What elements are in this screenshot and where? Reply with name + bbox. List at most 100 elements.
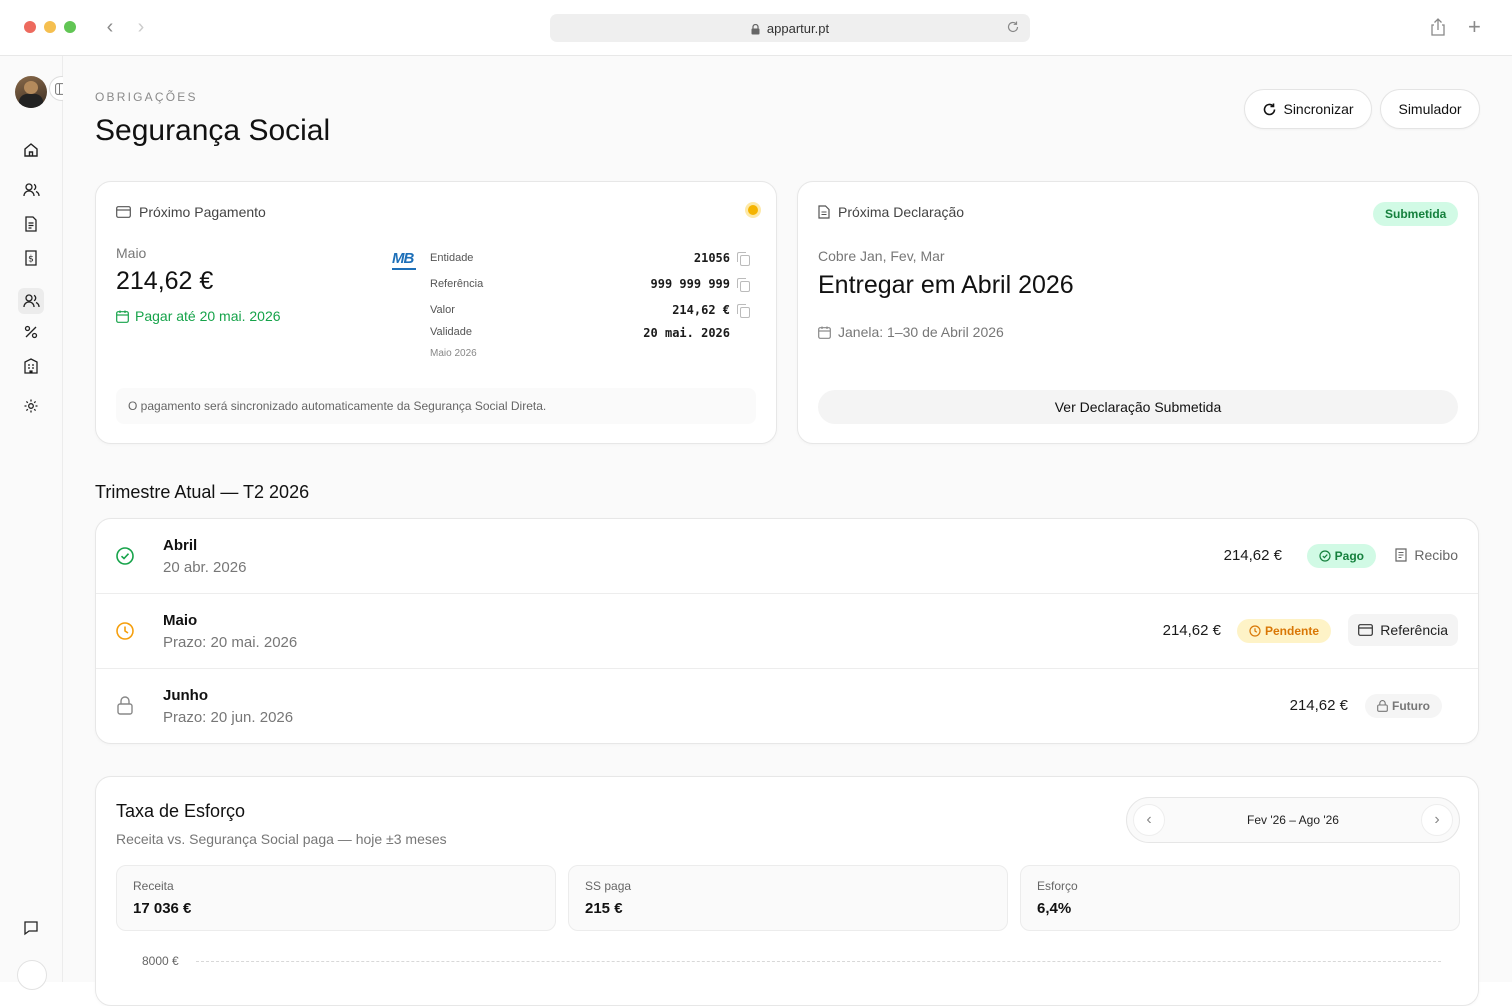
- invoice-icon[interactable]: $: [21, 248, 41, 268]
- sidebar: $: [0, 56, 74, 990]
- stat-value: 6,4%: [1037, 900, 1072, 917]
- value-value: 214,62 €: [672, 303, 730, 317]
- next-declaration-card: Próxima Declaração Submetida Cobre Jan, …: [797, 181, 1479, 444]
- avatar[interactable]: [15, 76, 47, 108]
- copy-icon[interactable]: [737, 252, 750, 266]
- lock-icon: [1377, 700, 1388, 712]
- simulator-button-label: Simulador: [1398, 101, 1462, 117]
- forward-arrow-icon[interactable]: ›: [131, 16, 151, 39]
- building-icon[interactable]: [21, 356, 41, 376]
- reference-button[interactable]: Referência: [1348, 614, 1458, 646]
- row-date: 20 abr. 2026: [163, 559, 247, 576]
- reference-button-label: Referência: [1380, 622, 1448, 638]
- effort-stat: Esforço 6,4%: [1020, 865, 1460, 931]
- close-window-button[interactable]: [24, 21, 36, 33]
- chart-tick-label: 8000 €: [142, 954, 179, 968]
- copy-icon[interactable]: [737, 304, 750, 318]
- paid-badge-label: Pago: [1334, 549, 1364, 563]
- social-security-icon[interactable]: [18, 288, 44, 314]
- chat-icon[interactable]: [21, 918, 41, 938]
- back-arrow-icon[interactable]: ‹: [100, 16, 120, 39]
- page-title: Segurança Social: [95, 114, 331, 147]
- entity-value: 21056: [693, 251, 730, 265]
- main-content: OBRIGAÇÕES Segurança Social Sincronizar …: [63, 56, 1512, 1006]
- list-item: Junho Prazo: 20 jun. 2026 214,62 € Futur…: [96, 669, 1478, 743]
- users-icon[interactable]: [21, 180, 41, 200]
- row-amount: 214,62 €: [1162, 622, 1221, 639]
- sync-button-label: Sincronizar: [1283, 101, 1354, 117]
- receipt-button-label: Recibo: [1414, 547, 1458, 563]
- chevron-right-icon[interactable]: ›: [1421, 804, 1453, 836]
- next-payment-card: Próximo Pagamento Maio 214,62 € Pagar at…: [95, 181, 777, 444]
- reference-value: 999 999 999: [650, 277, 730, 291]
- calendar-icon: [116, 310, 129, 323]
- profile-button[interactable]: [17, 960, 47, 990]
- minimize-window-button[interactable]: [44, 21, 56, 33]
- effort-rate-card: Taxa de Esforço Receita vs. Segurança So…: [95, 776, 1479, 1006]
- payment-month: Maio: [116, 245, 147, 261]
- home-icon[interactable]: [21, 140, 41, 160]
- calendar-icon: [818, 326, 831, 339]
- new-tab-icon[interactable]: +: [1468, 16, 1481, 38]
- declaration-window-text: Janela: 1–30 de Abril 2026: [838, 324, 1004, 340]
- row-date: Prazo: 20 jun. 2026: [163, 709, 294, 726]
- copy-icon[interactable]: [737, 278, 750, 292]
- percent-icon[interactable]: [21, 322, 41, 342]
- credit-card-icon: [116, 206, 131, 218]
- address-bar[interactable]: appartur.pt: [550, 14, 1030, 42]
- value-label: Valor: [430, 304, 455, 316]
- stat-value: 17 036 €: [133, 900, 192, 917]
- date-range-label: Fev '26 – Ago '26: [1247, 813, 1339, 827]
- row-month: Maio: [163, 612, 198, 629]
- date-range-picker: ‹ Fev '26 – Ago '26 ›: [1126, 797, 1460, 843]
- simulator-button[interactable]: Simulador: [1380, 89, 1480, 129]
- row-month: Junho: [163, 687, 208, 704]
- multibanco-logo-text: MB: [392, 250, 414, 267]
- effort-title: Taxa de Esforço: [116, 801, 246, 821]
- pending-badge: Pendente: [1236, 619, 1331, 643]
- file-icon: [818, 205, 830, 219]
- lock-icon: [751, 23, 760, 34]
- declaration-deliver: Entregar em Abril 2026: [818, 271, 1074, 299]
- payment-amount: 214,62 €: [116, 267, 214, 295]
- validity-note: Maio 2026: [430, 348, 477, 359]
- quarter-title: Trimestre Atual — T2 2026: [95, 482, 310, 502]
- row-amount: 214,62 €: [1223, 547, 1282, 564]
- clock-icon: [1249, 625, 1261, 637]
- payment-due-text: Pagar até 20 mai. 2026: [135, 308, 281, 324]
- view-declaration-button[interactable]: Ver Declaração Submetida: [818, 390, 1458, 424]
- pending-badge-label: Pendente: [1264, 624, 1319, 638]
- svg-text:$: $: [28, 255, 34, 265]
- stat-label: Esforço: [1037, 879, 1078, 893]
- validity-label: Validade: [430, 326, 472, 338]
- row-month: Abril: [163, 537, 198, 554]
- lock-icon: [117, 696, 133, 715]
- list-item: Abril 20 abr. 2026 214,62 € Pago Recibo: [96, 519, 1478, 594]
- credit-card-icon: [1358, 624, 1374, 636]
- revenue-stat: Receita 17 036 €: [116, 865, 556, 931]
- list-item: Maio Prazo: 20 mai. 2026 214,62 € Penden…: [96, 594, 1478, 669]
- gear-icon[interactable]: [21, 396, 41, 416]
- paid-badge: Pago: [1306, 544, 1376, 568]
- multibanco-logo: MB: [392, 250, 418, 276]
- row-amount: 214,62 €: [1289, 697, 1348, 714]
- future-badge-label: Futuro: [1392, 699, 1430, 713]
- page-eyebrow: OBRIGAÇÕES: [95, 90, 198, 104]
- stat-label: SS paga: [585, 879, 632, 893]
- next-declaration-title: Próxima Declaração: [838, 204, 965, 220]
- reload-icon[interactable]: [1006, 20, 1020, 37]
- payment-sync-note: O pagamento será sincronizado automatica…: [116, 388, 756, 424]
- check-circle-icon: [1319, 550, 1331, 562]
- receipt-button[interactable]: Recibo: [1395, 547, 1458, 563]
- refresh-icon: [1264, 103, 1276, 115]
- entity-label: Entidade: [430, 252, 474, 264]
- share-icon[interactable]: [1429, 17, 1447, 42]
- stat-label: Receita: [133, 879, 174, 893]
- stat-value: 215 €: [585, 900, 623, 917]
- sync-button[interactable]: Sincronizar: [1244, 89, 1372, 129]
- url-text: appartur.pt: [766, 20, 830, 36]
- receipt-icon: [1395, 548, 1408, 562]
- next-payment-title: Próximo Pagamento: [139, 204, 266, 220]
- document-icon[interactable]: [21, 214, 41, 234]
- zoom-window-button[interactable]: [64, 21, 76, 33]
